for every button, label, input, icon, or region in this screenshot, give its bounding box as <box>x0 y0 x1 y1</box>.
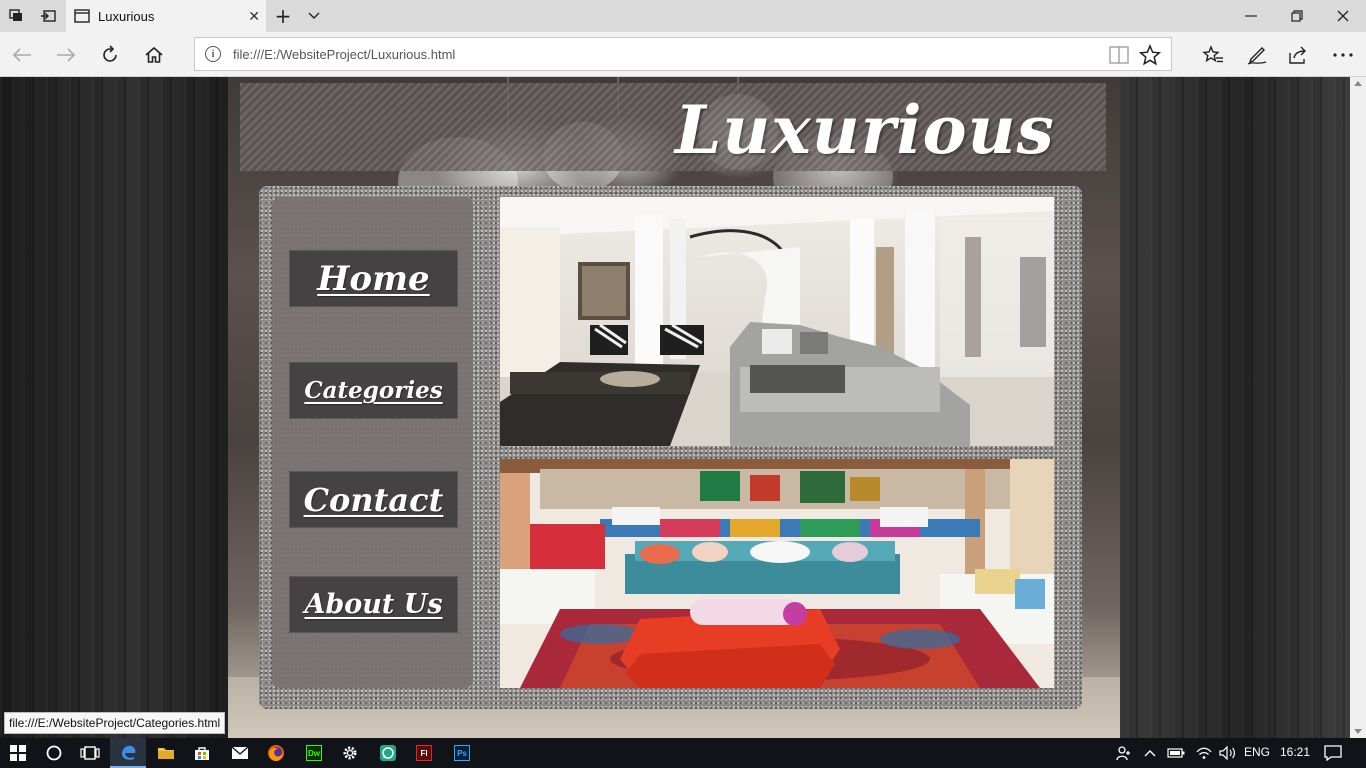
close-window-icon[interactable] <box>1320 0 1366 32</box>
menu-button-categories[interactable]: Categories <box>289 362 458 419</box>
scroll-down-icon[interactable] <box>1354 729 1362 734</box>
mail-icon[interactable] <box>222 738 258 768</box>
page-icon <box>74 9 90 23</box>
photoshop-label: Ps <box>454 745 470 761</box>
tab-title: Luxurious <box>98 8 155 24</box>
address-url: file:///E:/WebsiteProject/Luxurious.html <box>233 47 456 62</box>
clock-time[interactable]: 16:21 <box>1280 745 1310 759</box>
back-icon[interactable] <box>5 38 39 72</box>
flash-icon[interactable]: Fl <box>406 738 442 768</box>
browser-tab-bar: Luxurious ✕ + <box>0 0 1366 32</box>
cortana-search-icon[interactable] <box>36 738 72 768</box>
browser-nav-bar: i file:///E:/WebsiteProject/Luxurious.ht… <box>0 32 1366 77</box>
task-view-icon[interactable] <box>72 738 108 768</box>
address-bar[interactable]: i file:///E:/WebsiteProject/Luxurious.ht… <box>194 37 1172 71</box>
refresh-icon[interactable] <box>93 38 127 72</box>
tab-actions-icon[interactable] <box>0 0 32 32</box>
show-hidden-icons-chevron-icon[interactable] <box>1136 738 1164 768</box>
menu-button-home[interactable]: Home <box>289 250 458 307</box>
set-tabs-aside-icon[interactable] <box>32 0 64 32</box>
photoshop-icon[interactable]: Ps <box>444 738 480 768</box>
web-note-icon[interactable] <box>1240 38 1274 72</box>
windows-taskbar: Dw Fl Ps ENG 16:21 <box>0 738 1366 768</box>
header-band: Luxurious <box>240 83 1106 171</box>
menu-home-label: Home <box>317 258 430 299</box>
tab-close-icon[interactable]: ✕ <box>248 8 260 25</box>
dreamweaver-icon[interactable]: Dw <box>296 738 332 768</box>
tab-luxurious[interactable]: Luxurious ✕ <box>66 0 266 32</box>
site-info-icon[interactable]: i <box>205 46 221 62</box>
reading-view-icon[interactable] <box>1109 46 1129 64</box>
volume-icon[interactable] <box>1214 738 1242 768</box>
favorite-star-icon[interactable] <box>1139 44 1161 66</box>
living-room-photo-colorful <box>500 459 1054 688</box>
dreamweaver-label: Dw <box>306 745 322 761</box>
link-status-tooltip: file:///E:/WebsiteProject/Categories.htm… <box>4 712 226 734</box>
minimize-icon[interactable] <box>1228 0 1274 32</box>
tab-preview-chevron-icon[interactable] <box>298 0 330 32</box>
menu-contact-label: Contact <box>303 480 444 519</box>
file-explorer-icon[interactable] <box>148 738 184 768</box>
menu-button-contact[interactable]: Contact <box>289 471 458 528</box>
vertical-scrollbar[interactable] <box>1350 77 1366 738</box>
page-viewport: Luxurious Home Categories Contact About … <box>0 77 1350 738</box>
firefox-icon[interactable] <box>258 738 294 768</box>
favorites-hub-icon[interactable] <box>1196 38 1230 72</box>
menu-button-about-us[interactable]: About Us <box>289 576 458 633</box>
living-room-photo-modern <box>500 197 1054 446</box>
edge-browser-icon[interactable] <box>110 738 146 768</box>
more-options-icon[interactable] <box>1326 38 1360 72</box>
whatsapp-icon[interactable] <box>370 738 406 768</box>
action-center-icon[interactable] <box>1316 738 1350 768</box>
language-indicator[interactable]: ENG <box>1244 745 1270 759</box>
site-title: Luxurious <box>675 91 1055 169</box>
settings-gear-icon[interactable] <box>332 738 368 768</box>
restore-icon[interactable] <box>1274 0 1320 32</box>
new-tab-icon[interactable]: + <box>266 0 300 32</box>
flash-label: Fl <box>416 745 432 761</box>
menu-about-us-label: About Us <box>304 589 443 620</box>
battery-icon[interactable] <box>1162 738 1190 768</box>
home-icon[interactable] <box>137 38 171 72</box>
forward-icon[interactable] <box>49 38 83 72</box>
menu-categories-label: Categories <box>304 377 443 404</box>
scroll-up-icon[interactable] <box>1354 81 1362 86</box>
link-status-text: file:///E:/WebsiteProject/Categories.htm… <box>9 716 221 730</box>
start-windows-icon[interactable] <box>0 738 36 768</box>
share-icon[interactable] <box>1282 38 1316 72</box>
store-icon[interactable] <box>184 738 220 768</box>
